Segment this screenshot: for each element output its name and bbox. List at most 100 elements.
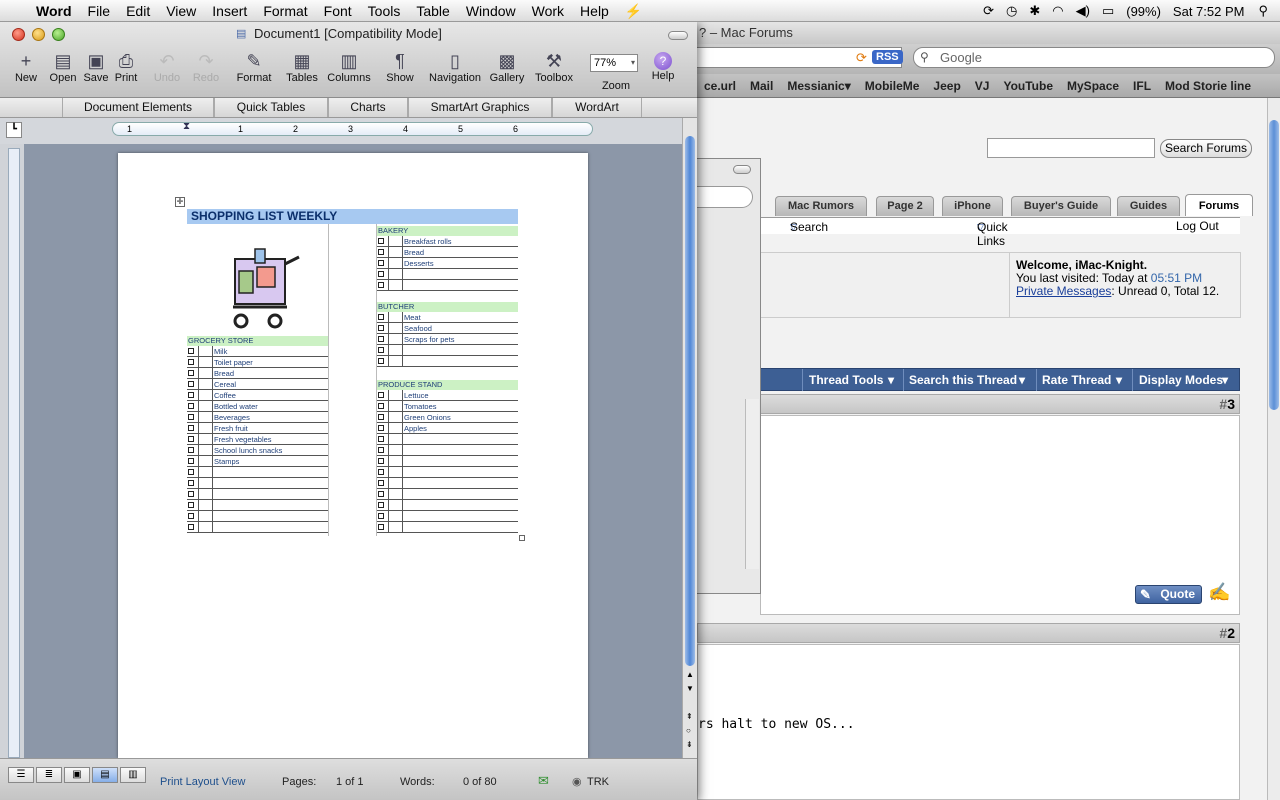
checkbox-icon[interactable] bbox=[378, 238, 384, 244]
grocery-row[interactable]: Cereal bbox=[187, 379, 328, 390]
table-move-handle-icon[interactable]: ✛ bbox=[175, 197, 185, 207]
checkbox-icon[interactable] bbox=[378, 347, 384, 353]
thread-tools-menu[interactable]: Thread Tools bbox=[809, 373, 883, 387]
checkbox-icon[interactable] bbox=[378, 414, 384, 420]
grocery-row[interactable]: Fresh fruit bbox=[187, 423, 328, 434]
produce-row[interactable] bbox=[377, 467, 518, 478]
zoom-window-button[interactable] bbox=[52, 28, 65, 41]
browse-object-icon[interactable]: ○ bbox=[686, 726, 691, 735]
wifi-icon[interactable]: ◠ bbox=[1046, 3, 1069, 19]
menu-window[interactable]: Window bbox=[458, 0, 524, 22]
track-changes-indicator[interactable]: TRK bbox=[587, 776, 609, 788]
menu-format[interactable]: Format bbox=[255, 0, 315, 22]
dialog-search-field[interactable] bbox=[697, 186, 753, 208]
produce-row[interactable] bbox=[377, 522, 518, 533]
grocery-row[interactable] bbox=[187, 522, 328, 533]
bookmark-item[interactable]: Mod Storie line bbox=[1158, 79, 1258, 93]
produce-row[interactable] bbox=[377, 478, 518, 489]
new-button[interactable]: + New bbox=[8, 50, 44, 86]
checkbox-icon[interactable] bbox=[378, 249, 384, 255]
menu-font[interactable]: Font bbox=[316, 0, 360, 22]
tab-document-elements[interactable]: Document Elements bbox=[62, 98, 214, 117]
scroll-down-arrow-icon[interactable]: ▼ bbox=[686, 684, 694, 693]
shopping-list-table[interactable]: SHOPPING LIST WEEKLY GROCERY STORE Milk To… bbox=[187, 209, 518, 536]
menu-edit[interactable]: Edit bbox=[118, 0, 158, 22]
gallery-button[interactable]: ▩ Gallery bbox=[487, 50, 527, 86]
checkbox-icon[interactable] bbox=[188, 414, 194, 420]
checkbox-icon[interactable] bbox=[378, 447, 384, 453]
checkbox-icon[interactable] bbox=[378, 260, 384, 266]
checkbox-icon[interactable] bbox=[188, 436, 194, 442]
grocery-row[interactable]: Stamps bbox=[187, 456, 328, 467]
outline-view-button[interactable]: ≣ bbox=[36, 767, 62, 783]
menubar-clock[interactable]: Sat 7:52 PM bbox=[1167, 4, 1251, 19]
nav-log-out[interactable]: Log Out bbox=[1176, 219, 1219, 233]
produce-row[interactable]: Tomatoes bbox=[377, 401, 518, 412]
tab-mac-rumors[interactable]: Mac Rumors bbox=[775, 196, 867, 216]
spotlight-icon[interactable]: ⚲ bbox=[1250, 3, 1280, 19]
checkbox-icon[interactable] bbox=[378, 392, 384, 398]
butcher-row[interactable]: Meat bbox=[377, 312, 518, 323]
help-button[interactable]: ? Help bbox=[646, 50, 680, 86]
checkbox-icon[interactable] bbox=[188, 403, 194, 409]
zoom-select[interactable]: 77% ▾ bbox=[590, 54, 638, 72]
draft-view-button[interactable]: ☰ bbox=[8, 767, 34, 783]
tab-forums[interactable]: Forums bbox=[1185, 194, 1253, 216]
produce-row[interactable]: Lettuce bbox=[377, 390, 518, 401]
browser-scrollbar[interactable] bbox=[1267, 98, 1280, 800]
checkbox-icon[interactable] bbox=[188, 392, 194, 398]
display-modes-menu[interactable]: Display Modes bbox=[1139, 373, 1223, 387]
checkbox-icon[interactable] bbox=[378, 358, 384, 364]
checkbox-icon[interactable] bbox=[188, 458, 194, 464]
vertical-ruler[interactable] bbox=[8, 148, 20, 758]
checkbox-icon[interactable] bbox=[188, 502, 194, 508]
search-forums-button[interactable]: Search Forums bbox=[1160, 139, 1252, 158]
produce-row[interactable] bbox=[377, 511, 518, 522]
bakery-row[interactable]: Desserts bbox=[377, 258, 518, 269]
checkbox-icon[interactable] bbox=[378, 524, 384, 530]
rate-thread-menu[interactable]: Rate Thread bbox=[1042, 373, 1111, 387]
checkbox-icon[interactable] bbox=[188, 480, 194, 486]
columns-button[interactable]: ▥ Columns bbox=[324, 50, 374, 86]
checkbox-icon[interactable] bbox=[188, 425, 194, 431]
grocery-row[interactable] bbox=[187, 467, 328, 478]
publishing-view-button[interactable]: ▣ bbox=[64, 767, 90, 783]
checkbox-icon[interactable] bbox=[378, 425, 384, 431]
checkbox-icon[interactable] bbox=[188, 469, 194, 475]
produce-row[interactable]: Green Onions bbox=[377, 412, 518, 423]
bookmark-item[interactable]: ce.url bbox=[697, 79, 743, 93]
google-search-field[interactable]: ⚲ Google bbox=[913, 47, 1275, 68]
checkbox-icon[interactable] bbox=[188, 370, 194, 376]
grocery-row[interactable]: Bottled water bbox=[187, 401, 328, 412]
checkbox-icon[interactable] bbox=[378, 458, 384, 464]
butcher-row[interactable]: Seafood bbox=[377, 323, 518, 334]
checkbox-icon[interactable] bbox=[378, 325, 384, 331]
previous-page-icon[interactable]: ⇞ bbox=[686, 712, 693, 721]
menu-help[interactable]: Help bbox=[572, 0, 617, 22]
scroll-up-arrow-icon[interactable]: ▲ bbox=[686, 670, 694, 679]
tab-smartart-graphics[interactable]: SmartArt Graphics bbox=[408, 98, 552, 117]
tab-wordart[interactable]: WordArt bbox=[552, 98, 642, 117]
produce-row[interactable] bbox=[377, 489, 518, 500]
rss-button[interactable]: RSS bbox=[872, 50, 903, 64]
search-thread-menu[interactable]: Search this Thread bbox=[909, 373, 1017, 387]
time-machine-icon[interactable]: ◷ bbox=[1000, 3, 1023, 19]
tab-page-2[interactable]: Page 2 bbox=[876, 196, 934, 216]
bookmark-item[interactable]: Mail bbox=[743, 79, 780, 93]
minimize-window-button[interactable] bbox=[32, 28, 45, 41]
bookmark-item[interactable]: MySpace bbox=[1060, 79, 1126, 93]
bakery-row[interactable] bbox=[377, 269, 518, 280]
next-page-icon[interactable]: ⇟ bbox=[686, 740, 693, 749]
notebook-view-button[interactable]: ▥ bbox=[120, 767, 146, 783]
grocery-row[interactable]: School lunch snacks bbox=[187, 445, 328, 456]
bookmark-item[interactable]: YouTube bbox=[996, 79, 1060, 93]
dialog-toolbar-toggle[interactable] bbox=[733, 165, 751, 174]
dialog-scrollbar[interactable] bbox=[745, 399, 759, 569]
menu-tools[interactable]: Tools bbox=[360, 0, 409, 22]
document-proxy-icon[interactable]: ▤ bbox=[236, 27, 250, 41]
butcher-row[interactable]: Scraps for pets bbox=[377, 334, 518, 345]
checkbox-icon[interactable] bbox=[378, 469, 384, 475]
reload-icon[interactable]: ⟳ bbox=[856, 50, 867, 66]
produce-row[interactable] bbox=[377, 500, 518, 511]
checkbox-icon[interactable] bbox=[188, 447, 194, 453]
